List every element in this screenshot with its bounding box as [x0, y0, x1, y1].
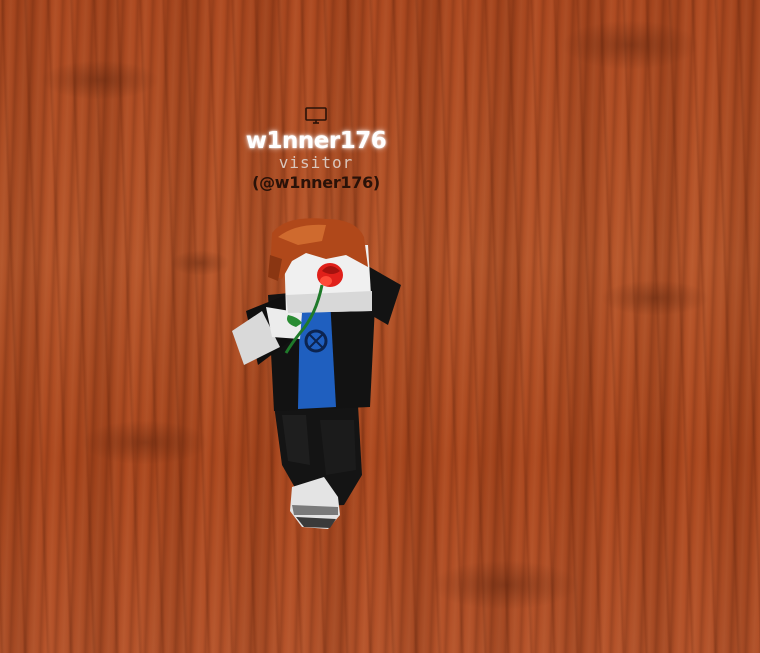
wood-knot [170, 250, 230, 276]
player-nametag: w1nner176 visitor (@w1nner176) [216, 106, 416, 194]
player-display-name: w1nner176 [245, 128, 387, 154]
monitor-icon [305, 107, 327, 124]
game-viewport[interactable]: w1nner176 visitor (@w1nner176) [0, 0, 760, 653]
wood-knot [600, 280, 710, 316]
player-username: (@w1nner176) [252, 173, 380, 192]
wood-knot [560, 20, 700, 70]
player-avatar[interactable] [226, 215, 416, 535]
player-role: visitor [278, 153, 354, 172]
wood-knot [430, 560, 580, 610]
wood-knot [40, 60, 160, 100]
wood-knot [80, 420, 210, 465]
